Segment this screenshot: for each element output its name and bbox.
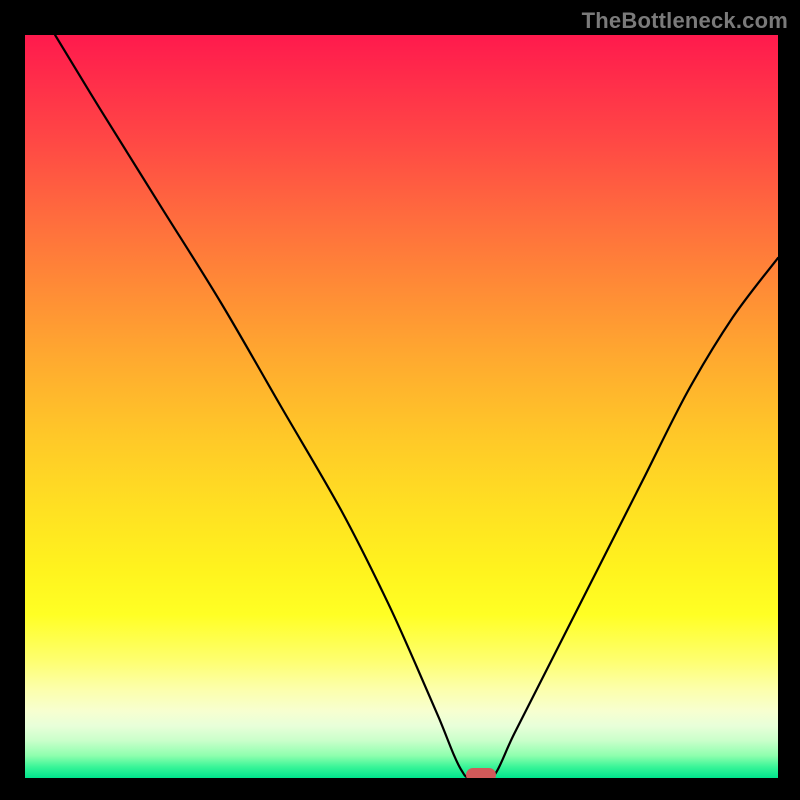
chart-container: TheBottleneck.com — [0, 0, 800, 800]
plot-area — [25, 35, 778, 778]
optimum-marker-icon — [466, 768, 496, 778]
bottleneck-curve — [25, 35, 778, 778]
watermark-text: TheBottleneck.com — [582, 8, 788, 34]
